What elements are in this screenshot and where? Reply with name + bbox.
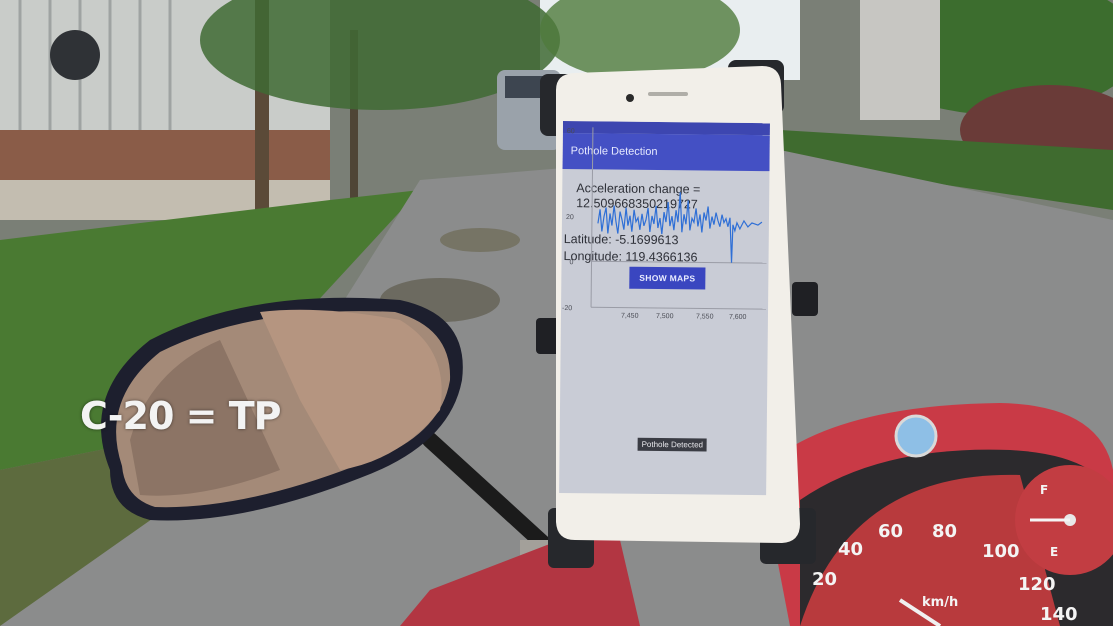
scene: C-20 = TP Pothole Detection Acceleration… [0, 0, 1113, 626]
y-tick: -20 [562, 305, 572, 312]
x-tick: 7,500 [656, 313, 674, 320]
pothole-detected-label: Pothole Detected [637, 437, 708, 452]
x-tick: 7,450 [621, 313, 639, 320]
acceleration-plot: 60 20 0 -20 7,450 7,500 7,550 7,600 [562, 127, 767, 321]
overlay-caption: C-20 = TP [80, 394, 281, 438]
y-tick: 60 [567, 128, 575, 135]
phone-screen: Pothole Detection Acceleration change = … [559, 121, 770, 496]
y-tick: 20 [566, 214, 574, 221]
y-tick: 0 [569, 259, 573, 266]
x-tick: 7,550 [696, 313, 714, 320]
acceleration-signal-line [597, 192, 763, 263]
scene-illustration [0, 0, 1113, 626]
x-tick: 7,600 [729, 314, 747, 321]
